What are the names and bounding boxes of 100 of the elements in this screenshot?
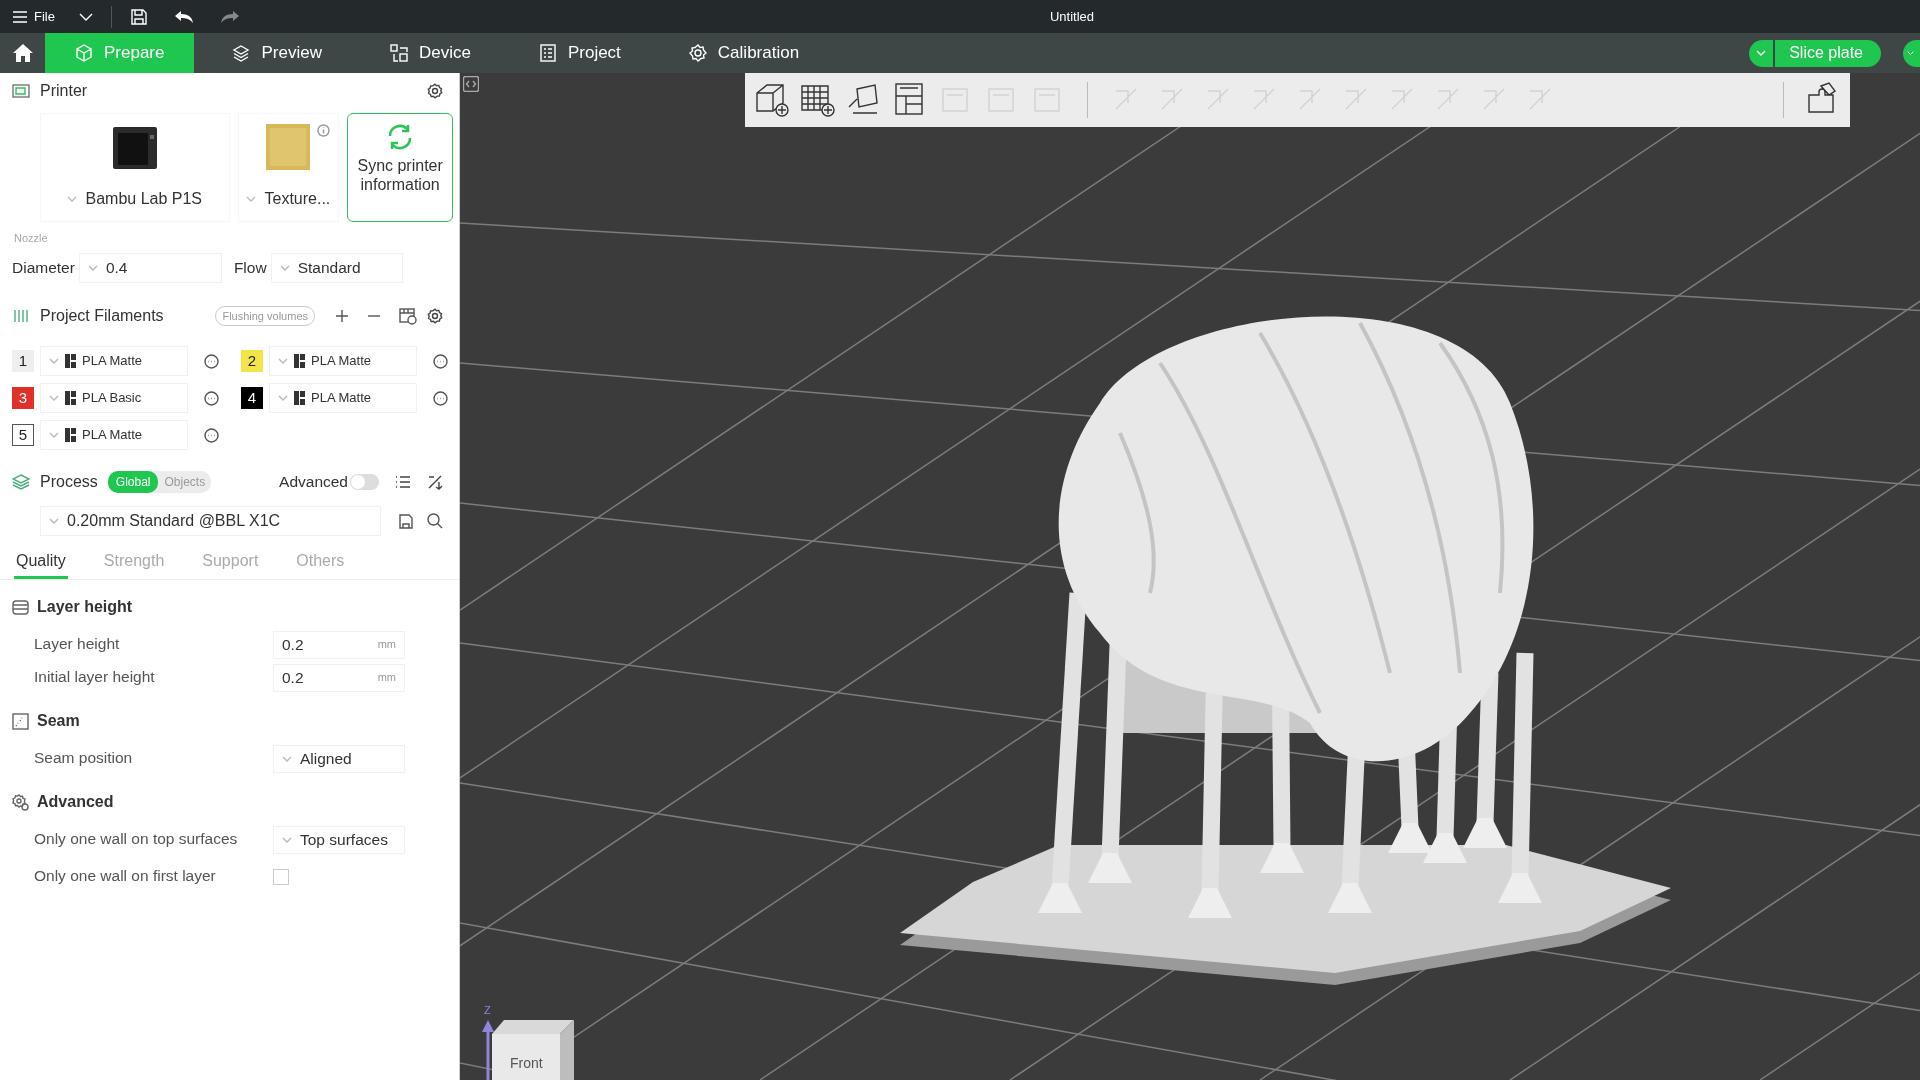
device-icon: [389, 44, 408, 62]
search-icon[interactable]: [427, 513, 443, 529]
section-title: Project Filaments: [40, 306, 164, 326]
caret-icon: [49, 432, 59, 438]
view-cube[interactable]: [492, 1020, 574, 1080]
tab[interactable]: Device: [351, 33, 501, 73]
more-icon[interactable]: [433, 353, 448, 369]
setting-label: Seam position: [34, 749, 134, 768]
setting-select[interactable]: Top surfaces: [273, 825, 405, 854]
plus-icon[interactable]: [335, 309, 349, 323]
nozzle-label: Nozzle: [13, 231, 49, 246]
settings-icon[interactable]: [427, 308, 443, 324]
spool-icon: [65, 391, 76, 405]
setting-label: Initial layer height: [34, 668, 156, 687]
flow-select[interactable]: Standard: [270, 253, 403, 283]
setting-select[interactable]: Aligned: [273, 744, 405, 773]
section-title: Printer: [40, 81, 88, 101]
more-icon[interactable]: [204, 390, 219, 406]
filament-select[interactable]: PLA Matte: [40, 346, 188, 376]
preset-select[interactable]: 0.20mm Standard @BBL X1C: [40, 506, 381, 536]
filament-select[interactable]: PLA Matte: [269, 383, 417, 413]
slice-options-button[interactable]: [1749, 39, 1774, 67]
window-title: Untitled: [1049, 7, 1095, 26]
filament-sync-icon[interactable]: [399, 307, 417, 325]
advanced-toggle[interactable]: [350, 474, 379, 490]
caret-icon: [1756, 50, 1767, 56]
caret-icon: [282, 836, 292, 843]
caret-icon: [49, 358, 59, 364]
settings-tab[interactable]: Quality: [14, 546, 68, 579]
list-icon: [538, 44, 557, 62]
printer-selector[interactable]: Bambu Lab P1S: [40, 113, 230, 222]
process-icon: [12, 474, 30, 490]
axis-label: Z: [484, 1004, 491, 1016]
group-title: Seam: [37, 711, 80, 731]
unit-label: mm: [377, 670, 396, 686]
filament-number: 1: [12, 350, 34, 372]
seam-icon: [12, 712, 29, 730]
spool-icon: [65, 354, 76, 368]
save-icon[interactable]: [129, 7, 148, 26]
caret-icon: [246, 196, 257, 202]
layers-icon: [232, 44, 251, 62]
number-field[interactable]: 0.2 mm: [273, 663, 405, 692]
redo-icon[interactable]: [219, 8, 240, 25]
list-icon[interactable]: [395, 475, 411, 489]
save-icon[interactable]: [399, 513, 413, 529]
printer-icon: [12, 83, 30, 99]
caret-icon: [1907, 50, 1914, 56]
advanced-label: Advanced: [279, 472, 348, 493]
filament-icon: [12, 308, 30, 324]
group-title: Advanced: [37, 792, 114, 812]
spool-icon: [294, 354, 305, 368]
filament-select[interactable]: PLA Basic: [40, 383, 188, 413]
dropdown-icon[interactable]: [78, 12, 93, 21]
menu-icon: [12, 9, 28, 24]
export-options-button[interactable]: [1903, 39, 1920, 67]
more-icon[interactable]: [433, 390, 448, 406]
sync-button[interactable]: Sync printer information: [347, 113, 453, 222]
filament-select[interactable]: PLA Matte: [269, 346, 417, 376]
group-title: Layer height: [37, 597, 133, 617]
spool-icon: [65, 428, 76, 442]
caret-icon: [49, 518, 59, 524]
add-cube-icon[interactable]: [753, 81, 791, 119]
setting-label: Only one wall on first layer: [34, 867, 217, 886]
caret-icon: [87, 265, 98, 271]
filament-number: 4: [241, 387, 263, 409]
spool-icon: [294, 391, 305, 405]
cube-icon: [75, 44, 93, 62]
more-icon[interactable]: [204, 353, 219, 369]
compare-icon[interactable]: [427, 474, 443, 490]
more-icon[interactable]: [204, 427, 219, 443]
setting-label: Only one wall on top surfaces: [34, 830, 239, 849]
filament-select[interactable]: PLA Matte: [40, 420, 188, 450]
field-label: Flow: [233, 258, 267, 279]
file-menu-button[interactable]: File: [12, 6, 55, 27]
caret-icon: [278, 395, 288, 401]
filament-number: 2: [241, 350, 263, 372]
cube-face-label: Front: [510, 1055, 543, 1071]
caret-icon: [278, 358, 288, 364]
tab[interactable]: Project: [500, 33, 651, 73]
info-icon[interactable]: [317, 124, 331, 137]
home-icon[interactable]: [11, 43, 34, 63]
checkbox[interactable]: [273, 868, 289, 885]
diameter-select[interactable]: 0.4: [78, 253, 222, 283]
field-label: Diameter: [12, 258, 75, 279]
tab[interactable]: Calibration: [650, 33, 830, 73]
plate-selector[interactable]: Texture...: [237, 113, 340, 222]
number-field[interactable]: 0.2 mm: [273, 630, 405, 659]
section-title: Process: [40, 472, 98, 492]
setting-label: Layer height: [34, 635, 121, 654]
gears-icon: [12, 793, 29, 811]
caret-icon: [49, 395, 59, 401]
caret-icon: [282, 755, 292, 762]
filament-number: 5: [12, 424, 34, 446]
settings-icon[interactable]: [427, 83, 443, 99]
layers-icon: [12, 598, 29, 616]
plate-icon: [265, 123, 312, 171]
collapse-icon[interactable]: [463, 76, 479, 92]
filament-number: 3: [12, 387, 34, 409]
caret-icon: [279, 265, 290, 271]
tab[interactable]: Preview: [194, 33, 352, 73]
